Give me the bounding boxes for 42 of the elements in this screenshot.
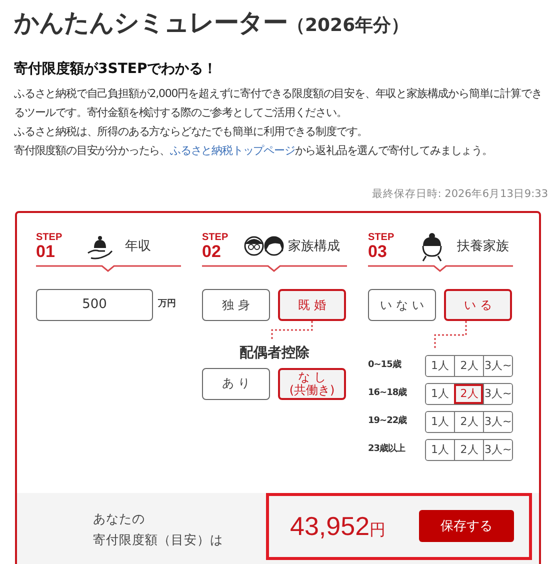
step-label: STEP	[368, 233, 396, 244]
result-label: 寄付限度額（目安）は	[93, 530, 223, 549]
spouse-option[interactable]: な し (共働き)	[278, 368, 346, 400]
step-number: 01	[36, 243, 56, 260]
connector-line	[271, 320, 313, 339]
income-unit: 万円	[158, 298, 176, 311]
income-field[interactable]: 500	[36, 288, 153, 321]
spouse-deduction-title: 配偶者控除	[240, 344, 310, 363]
step-title: 家族構成	[288, 238, 340, 256]
family-option[interactable]: 既 婚	[278, 288, 346, 321]
connector-line	[434, 320, 467, 349]
count-option[interactable]: 3人~	[483, 440, 512, 460]
last-saved-time: 最終保存日時: 2026年6月13日9:33	[372, 187, 548, 202]
step-number: 03	[368, 243, 388, 260]
count-option[interactable]: 3人~	[483, 384, 512, 404]
dependents-option[interactable]: い な い	[368, 288, 436, 321]
age-group-label: 19~22歳	[368, 415, 408, 428]
dependents-option[interactable]: い る	[444, 288, 512, 321]
lead-paragraph: ふるさと納税は、所得のある方ならどなたでも簡単に利用できる制度です。	[14, 124, 369, 140]
step-label: STEP	[36, 233, 64, 244]
step-label: STEP	[202, 233, 230, 244]
title-year: （2026年分）	[287, 14, 410, 38]
amount-unit: 円	[370, 518, 386, 541]
family-option[interactable]: 独 身	[202, 288, 270, 321]
donation-limit-amount: 43,952	[290, 510, 370, 543]
step-title: 扶養家族	[457, 238, 510, 256]
count-option[interactable]: 3人~	[483, 412, 512, 432]
age-group-label: 16~18歳	[368, 387, 408, 400]
page-title: かんたんシミュレーター	[14, 7, 287, 39]
lead-paragraph: 寄付限度額の目安が分かったら、ふるさと納税トップページから返礼品を選んで寄付してみましょう。	[14, 143, 494, 159]
count-option[interactable]: 3人~	[483, 356, 512, 376]
count-option[interactable]: 2人	[454, 384, 484, 404]
age-group-label: 23歳以上	[368, 443, 406, 456]
lead-paragraph: ふるさと納税で自己負担額が2,000円を超えずに寄付できる限度額の目安を、年収と家族構成から簡単に計算できるツールです。寄付金額を検討する際のご参考としてご活用ください。	[14, 86, 543, 121]
top-page-link[interactable]: ふるさと納税トップページ	[170, 144, 295, 157]
lead-heading: 寄付限度額が3STEPでわかる！	[14, 60, 218, 79]
result-label: あなたの	[93, 510, 146, 528]
step-number: 02	[202, 243, 222, 260]
step-title: 年収	[125, 238, 152, 256]
age-group-label: 0~15歳	[368, 359, 402, 372]
spouse-option[interactable]: あ り	[202, 368, 270, 400]
save-button[interactable]: 保存する	[419, 510, 514, 542]
